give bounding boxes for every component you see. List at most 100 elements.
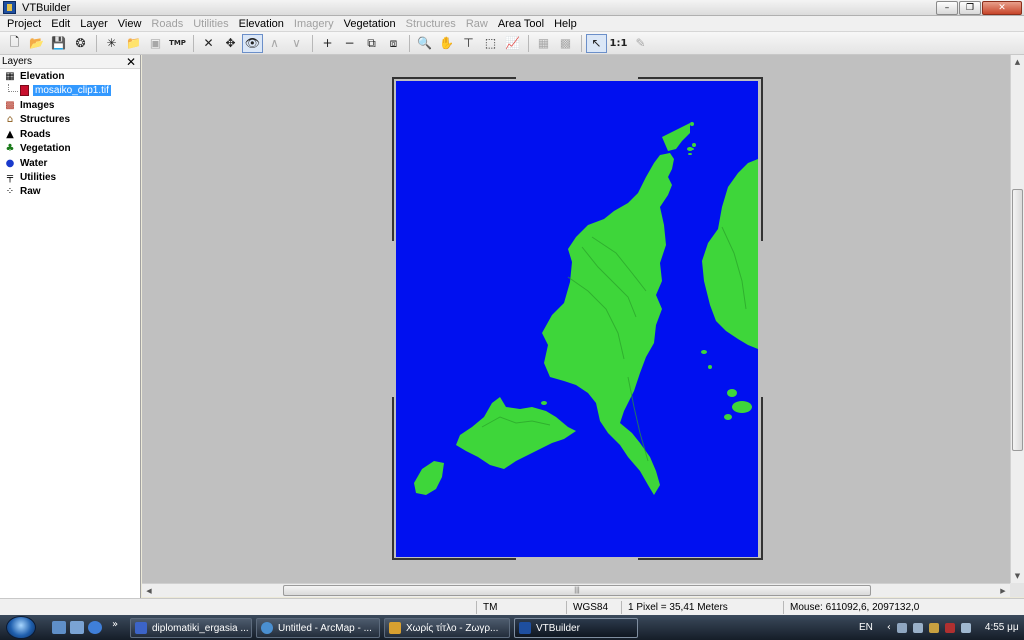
menu-vegetation[interactable]: Vegetation [339,16,401,32]
taskbar-clock[interactable]: 4:55 μμ [985,622,1019,633]
task-vtbuilder[interactable]: VTBuilder [514,618,638,638]
zoom-in-icon[interactable]: + [317,34,338,53]
islet [701,350,707,354]
layer-group-raw[interactable]: ⁘ Raw [0,185,140,199]
save-project-icon[interactable]: 💾 [48,34,69,53]
import-icon[interactable]: TMP [167,34,188,53]
layer-group-vegetation[interactable]: ♣ Vegetation [0,142,140,156]
scroll-left-icon[interactable]: ◀ [142,584,156,598]
islet [724,414,732,420]
menu-bar: Project Edit Layer View Roads Utilities … [0,16,1024,32]
layer-group-label: Structures [20,114,71,126]
task-arcmap[interactable]: Untitled - ArcMap - ... [256,618,380,638]
delete-icon[interactable]: ✕ [198,34,219,53]
title-bar: VTBuilder – ❐ ✕ [0,0,1024,16]
maximize-button[interactable]: ❐ [959,1,981,15]
menu-imagery[interactable]: Imagery [289,16,339,32]
quick-launch-more-icon[interactable]: » [112,619,122,632]
minimize-button[interactable]: – [936,1,958,15]
layers-pane: Layers ✕ ▦ Elevation mosaiko_clip1.tif ▩… [0,55,141,598]
toolbar-separator [96,34,97,52]
layer-group-images[interactable]: ▩ Images [0,98,140,112]
tray-volume-icon[interactable] [912,622,923,633]
tray-display-icon[interactable] [960,622,971,633]
menu-project[interactable]: Project [2,16,46,32]
distance-tool-icon[interactable]: ⊤ [458,34,479,53]
pan-hand-icon[interactable]: ✋ [436,34,457,53]
tray-security-icon[interactable] [928,622,939,633]
menu-help[interactable]: Help [549,16,582,32]
layer-group-roads[interactable]: ▲ Roads [0,127,140,141]
menu-roads[interactable]: Roads [146,16,188,32]
task-label: diplomatiki_ergasia ... [152,622,249,634]
layer-up-icon[interactable]: ∧ [264,34,285,53]
menu-edit[interactable]: Edit [46,16,75,32]
elevation-layer-item[interactable]: mosaiko_clip1.tif [0,83,140,98]
tray-expand-icon[interactable]: ‹ [887,622,891,633]
show-layer-eye-icon[interactable]: 👁 [242,33,263,53]
open-project-icon[interactable]: 📂 [26,34,47,53]
scroll-up-icon[interactable]: ▲ [1011,55,1024,69]
menu-area-tool[interactable]: Area Tool [493,16,549,32]
language-indicator[interactable]: EN [859,622,873,633]
tile-icon[interactable]: ▦ [533,34,554,53]
show-desktop-icon[interactable] [52,621,66,634]
horizontal-scroll-thumb[interactable]: ||| [283,585,871,596]
images-icon: ▩ [5,100,15,112]
task-label: VTBuilder [536,622,580,634]
zoom-all-icon[interactable]: ⧉ [361,34,382,53]
start-button[interactable] [6,616,36,639]
layer-group-label: Images [20,100,55,112]
tray-network-icon[interactable] [896,622,907,633]
menu-utilities[interactable]: Utilities [188,16,233,32]
layer-down-icon[interactable]: ∨ [286,34,307,53]
zoom-out-icon[interactable]: − [339,34,360,53]
new-layer-icon[interactable]: ✳ [101,34,122,53]
menu-layer[interactable]: Layer [75,16,113,32]
scroll-right-icon[interactable]: ▶ [996,584,1010,598]
area-tool-icon[interactable]: ⬚ [480,34,501,53]
horizontal-scrollbar[interactable]: ◀ ||| ▶ [142,583,1010,597]
vertical-scroll-thumb[interactable] [1012,189,1023,451]
internet-explorer-icon[interactable] [88,621,102,634]
menu-elevation[interactable]: Elevation [234,16,289,32]
switch-windows-icon[interactable] [70,621,84,634]
one-to-one-button[interactable]: 1:1 [608,34,629,53]
elevation-profile-icon[interactable]: 📈 [502,34,523,53]
elevation-grid-icon: ▦ [5,70,15,82]
task-paint[interactable]: Χωρίς τίτλο - Ζωγρ... [384,618,510,638]
vertical-scrollbar[interactable]: ▲ ▼ [1010,55,1024,583]
close-window-button[interactable]: ✕ [982,1,1022,15]
layers-title: Layers [2,56,33,67]
new-project-icon[interactable]: 🗋 [4,34,25,53]
layer-group-elevation[interactable]: ▦ Elevation [0,69,140,83]
menu-view[interactable]: View [113,16,147,32]
elevation-map[interactable] [392,77,764,561]
select-pointer-icon[interactable]: ↖ [586,33,607,53]
tray-alert-icon[interactable] [944,622,955,633]
elevation-layer-view[interactable] [392,77,764,561]
islet [732,401,752,413]
open-layer-icon[interactable]: 📁 [123,34,144,53]
elevation-file-label: mosaiko_clip1.tif [33,85,111,97]
layers-close-icon[interactable]: ✕ [126,55,136,69]
layer-group-utilities[interactable]: ╤ Utilities [0,170,140,184]
map-canvas[interactable] [142,55,1010,583]
move-icon[interactable]: ✥ [220,34,241,53]
merge-icon[interactable]: ▩ [555,34,576,53]
menu-structures[interactable]: Structures [401,16,461,32]
status-datum: WGS84 [566,601,621,614]
layer-group-structures[interactable]: ⌂ Structures [0,113,140,127]
menu-raw[interactable]: Raw [461,16,493,32]
toolbar-separator [193,34,194,52]
layer-group-water[interactable]: ● Water [0,156,140,170]
save-layer-icon[interactable]: ▣ [145,34,166,53]
magnify-icon[interactable]: 🔍 [414,34,435,53]
project-globe-icon[interactable]: ❂ [70,34,91,53]
scroll-corner [1010,583,1024,597]
task-word-document[interactable]: diplomatiki_ergasia ... [130,618,252,638]
pencil-icon[interactable]: ✎ [630,34,651,53]
window-controls: – ❐ ✕ [936,1,1022,15]
scroll-down-icon[interactable]: ▼ [1011,569,1024,583]
zoom-layer-icon[interactable]: ⧈ [383,34,404,53]
